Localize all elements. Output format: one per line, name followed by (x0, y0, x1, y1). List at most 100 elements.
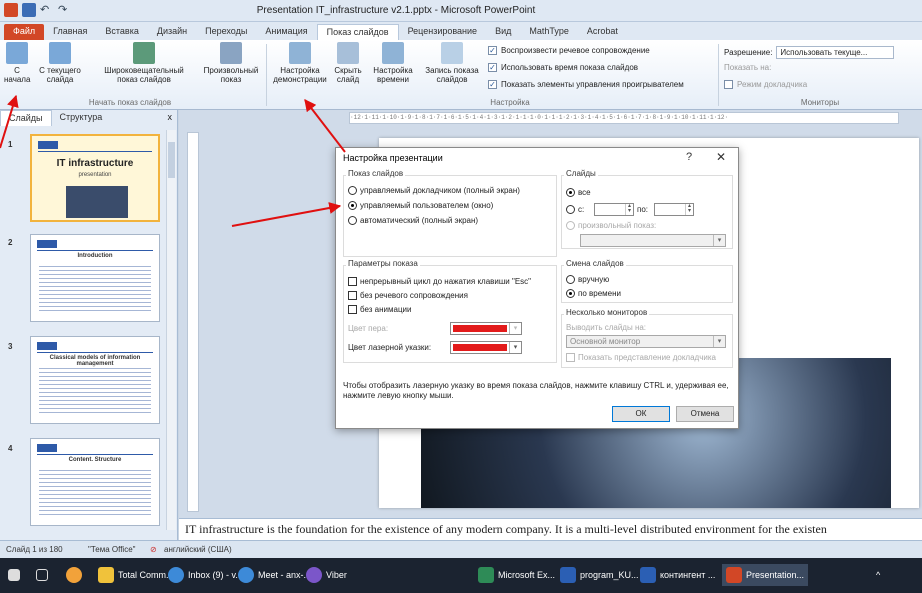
radio-kiosk[interactable]: автоматический (полный экран) (348, 216, 478, 225)
header-line (37, 250, 153, 251)
radio-custom-show[interactable]: произвольный показ: (566, 221, 656, 230)
task-view-button[interactable] (36, 564, 48, 586)
taskbar-item-word-program[interactable]: program_KU... (560, 564, 639, 586)
record-show-button[interactable]: Запись показа слайдов (420, 42, 484, 84)
tab-home[interactable]: Главная (44, 24, 96, 40)
checkbox-empty-icon (566, 353, 575, 362)
tab-outline[interactable]: Структура (52, 110, 111, 126)
header-line (37, 352, 153, 353)
taskbar-item-meet[interactable]: Meet - anx-... (238, 564, 311, 586)
tab-animations[interactable]: Анимация (256, 24, 316, 40)
ok-button[interactable]: ОК (612, 406, 670, 422)
resolution-select[interactable]: Использовать текуще... (776, 46, 895, 59)
laser-color-picker[interactable]: ▾ (450, 341, 522, 354)
from-current-button[interactable]: С текущего слайда (34, 42, 86, 84)
radio-individual[interactable]: управляемый пользователем (окно) (348, 201, 493, 210)
taskbar-item-label: Meet - anx-... (258, 570, 312, 580)
windows-start-button[interactable] (8, 564, 20, 586)
from-beginning-button[interactable]: С начала (4, 42, 30, 84)
radio-off-icon (348, 216, 357, 225)
tab-review[interactable]: Рецензирование (399, 24, 487, 40)
close-pane-icon[interactable]: x (168, 112, 173, 122)
radio-presenter-label: управляемый докладчиком (полный экран) (360, 186, 520, 195)
taskbar-item-powerpoint[interactable]: Presentation... (722, 564, 809, 586)
radio-custom-label: произвольный показ: (578, 221, 657, 230)
rehearse-timings-button[interactable]: Настройка времени (368, 42, 418, 84)
presenter-view-checkbox[interactable]: Режим докладчика (724, 80, 807, 89)
custom-show-select[interactable]: ▾ (580, 234, 726, 247)
from-beginning-label: С начала (4, 66, 31, 84)
tab-acrobat[interactable]: Acrobat (578, 24, 627, 40)
monitor-select[interactable]: Основной монитор ▾ (566, 335, 726, 348)
tab-design[interactable]: Дизайн (148, 24, 196, 40)
tab-slides[interactable]: Слайды (0, 110, 52, 126)
pen-color-picker[interactable]: ▾ (450, 322, 522, 335)
radio-from-label: с: (578, 205, 585, 214)
radio-on-icon (348, 201, 357, 210)
hide-slide-label: Скрыть слайд (334, 66, 362, 84)
loop-checkbox[interactable]: непрерывный цикл до нажатия клавиши "Esc… (348, 277, 531, 286)
tab-slide-show[interactable]: Показ слайдов (316, 24, 399, 40)
radio-from-slide[interactable]: с: (566, 205, 584, 214)
tab-file[interactable]: Файл (4, 24, 45, 40)
radio-manual-label: вручную (578, 275, 610, 284)
header-line (38, 151, 152, 152)
excel-icon (478, 567, 494, 583)
spinner-arrows-icon: ▴ ▾ (685, 203, 693, 215)
slide-thumbnail-2[interactable]: Introduction (30, 234, 160, 322)
notes-pane[interactable]: IT infrastructure is the foundation for … (179, 518, 922, 540)
radio-manual[interactable]: вручную (566, 275, 609, 284)
from-slide-spinner[interactable]: ▴ ▾ (594, 203, 634, 216)
no-narration-checkbox[interactable]: без речевого сопровождения (348, 291, 468, 300)
language-label[interactable]: английский (США) (164, 545, 232, 554)
broadcast-icon (133, 42, 155, 64)
show-controls-checkbox[interactable]: ✓ Показать элементы управления проигрыват… (488, 80, 684, 89)
tab-mathtype[interactable]: MathType (520, 24, 578, 40)
close-icon[interactable]: ✕ (716, 150, 726, 164)
slide-thumbnail-3[interactable]: Classical models of information manageme… (30, 336, 160, 424)
advance-legend: Смена слайдов (564, 259, 626, 268)
spellcheck-icon[interactable]: ⊘ (150, 545, 157, 554)
tray-chevron-icon[interactable]: ^ (876, 564, 880, 586)
thumbnails-scrollbar[interactable] (166, 130, 176, 530)
play-narrations-checkbox[interactable]: ✓ Воспроизвести речевое сопровождение (488, 46, 650, 55)
taskbar-item-excel[interactable]: Microsoft Ex... (478, 564, 555, 586)
tab-transitions[interactable]: Переходы (196, 24, 256, 40)
tab-view[interactable]: Вид (486, 24, 520, 40)
radio-all-slides[interactable]: все (566, 188, 591, 197)
setup-show-button[interactable]: Настройка демонстрации (270, 42, 330, 84)
total-commander-icon (98, 567, 114, 583)
radio-presenter[interactable]: управляемый докладчиком (полный экран) (348, 186, 520, 195)
checkbox-empty-icon (348, 291, 357, 300)
eu-flag-icon (37, 444, 57, 452)
loop-label: непрерывный цикл до нажатия клавиши "Esc… (360, 277, 532, 286)
taskbar-item-inbox[interactable]: Inbox (9) - v... (168, 564, 243, 586)
radio-on-icon (566, 188, 575, 197)
help-icon[interactable]: ? (686, 151, 692, 163)
custom-show-button[interactable]: Произвольный показ (200, 42, 262, 84)
radio-timings[interactable]: по времени (566, 289, 621, 298)
laser-color-swatch (453, 344, 507, 351)
use-timings-checkbox[interactable]: ✓ Использовать время показа слайдов (488, 63, 638, 72)
slide-thumbnail-4[interactable]: Content. Structure (30, 438, 160, 526)
use-timings-label: Использовать время показа слайдов (501, 63, 639, 72)
presenter-view-checkbox-dialog[interactable]: Показать представление докладчика (566, 353, 716, 362)
header-line (37, 454, 153, 455)
scrollbar-thumb[interactable] (168, 142, 175, 178)
radio-off-icon (348, 186, 357, 195)
taskbar-item-viber[interactable]: Viber (306, 564, 347, 586)
show-options-legend: Параметры показа (346, 259, 420, 268)
tab-insert[interactable]: Вставка (96, 24, 147, 40)
hide-slide-button[interactable]: Скрыть слайд (330, 42, 366, 84)
chrome-button[interactable] (66, 564, 82, 586)
no-animation-checkbox[interactable]: без анимации (348, 305, 411, 314)
taskbar-item-word-contingent[interactable]: контингент ... (640, 564, 715, 586)
taskbar-item-total-commander[interactable]: Total Comm... (98, 564, 174, 586)
slide-thumbnail-1[interactable]: IT infrastructure presentation (30, 134, 160, 222)
thumb-number: 2 (8, 238, 13, 247)
to-slide-spinner[interactable]: ▴ ▾ (654, 203, 694, 216)
task-view-icon (36, 569, 48, 581)
monitors-legend: Несколько мониторов (564, 308, 650, 317)
cancel-button[interactable]: Отмена (676, 406, 734, 422)
broadcast-button[interactable]: Широковещательный показ слайдов (90, 42, 198, 84)
